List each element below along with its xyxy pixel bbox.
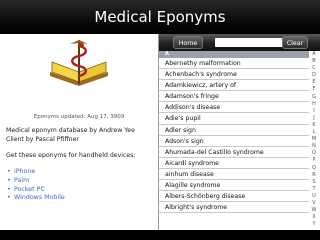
index-letter[interactable]: U bbox=[308, 193, 320, 200]
index-letter[interactable]: R bbox=[308, 172, 320, 179]
home-button[interactable]: Home bbox=[173, 36, 203, 49]
list-item[interactable]: Abernethy malformation bbox=[159, 58, 309, 70]
list-item[interactable]: ainhum disease bbox=[159, 169, 309, 181]
index-letter[interactable]: L bbox=[308, 129, 320, 136]
eponym-list: A Abernethy malformation Achenbach's syn… bbox=[159, 51, 309, 230]
link-windows-mobile[interactable]: Windows Mobile bbox=[7, 194, 65, 203]
index-letter[interactable]: D bbox=[308, 72, 320, 79]
alphabet-index[interactable]: A B C D E F G H I J K L M N O P Q R S T … bbox=[308, 51, 320, 230]
list-item[interactable]: Adamkiewicz, artery of bbox=[159, 80, 309, 92]
list-item[interactable]: Addison's disease bbox=[159, 102, 309, 114]
list-item[interactable]: Adson's sign bbox=[159, 136, 309, 147]
description-line-1: Medical eponym database by Andrew Yee bbox=[6, 127, 135, 134]
description-line-2: Client by Pascal Pfiffner bbox=[6, 136, 79, 143]
list-item[interactable]: Adie's pupil bbox=[159, 113, 309, 125]
index-letter[interactable]: P bbox=[308, 157, 320, 164]
list-item[interactable]: Albers-Schönberg disease bbox=[159, 191, 309, 203]
index-letter[interactable]: J bbox=[308, 115, 320, 122]
index-letter[interactable]: V bbox=[308, 200, 320, 207]
index-letter[interactable]: T bbox=[308, 186, 320, 193]
index-letter[interactable]: Q bbox=[308, 165, 320, 172]
app-title: Medical Eponyms bbox=[0, 0, 320, 34]
list-item[interactable]: Albright's syndrome bbox=[159, 202, 309, 214]
eponym-list-panel: Home Clear A Abernethy malformation Ache… bbox=[158, 34, 320, 230]
search-input[interactable] bbox=[215, 38, 285, 47]
list-item[interactable]: Alagille syndrome bbox=[159, 180, 309, 192]
description: Medical eponym database by Andrew Yee Cl… bbox=[6, 126, 156, 144]
caduceus-book-icon bbox=[50, 40, 108, 86]
index-letter[interactable]: A bbox=[308, 51, 320, 58]
index-letter[interactable]: I bbox=[308, 108, 320, 115]
link-iphone[interactable]: iPhone bbox=[7, 168, 65, 177]
link-pocket-pc[interactable]: Pocket PC bbox=[7, 186, 65, 195]
index-letter[interactable]: G bbox=[308, 94, 320, 101]
index-letter[interactable]: H bbox=[308, 101, 320, 108]
bottom-bar bbox=[0, 230, 320, 240]
index-letter[interactable]: Y bbox=[308, 221, 320, 228]
list-item[interactable]: Adler sign bbox=[159, 125, 309, 136]
index-letter[interactable]: F bbox=[308, 86, 320, 93]
list-item[interactable]: Aicardi syndrome bbox=[159, 158, 309, 169]
index-letter[interactable]: S bbox=[308, 179, 320, 186]
update-date: Eponyms updated: Aug 17, 3909 bbox=[33, 114, 125, 120]
link-palm[interactable]: Palm bbox=[7, 177, 65, 186]
clear-button[interactable]: Clear bbox=[282, 36, 308, 49]
platform-links: iPhone Palm Pocket PC Windows Mobile bbox=[7, 168, 65, 203]
index-letter[interactable]: C bbox=[308, 65, 320, 72]
list-item[interactable]: Adamson's fringe bbox=[159, 91, 309, 103]
list-item[interactable]: Ahumada-del Castillo syndrome bbox=[159, 147, 309, 158]
index-letter[interactable]: X bbox=[308, 214, 320, 221]
download-heading: Get these eponyms for handheld devices: bbox=[6, 152, 136, 159]
section-header: A bbox=[159, 51, 309, 58]
index-letter[interactable]: M bbox=[308, 136, 320, 143]
index-letter[interactable]: E bbox=[308, 79, 320, 86]
index-letter[interactable]: O bbox=[308, 150, 320, 157]
toolbar: Home Clear bbox=[159, 34, 320, 51]
index-letter[interactable]: K bbox=[308, 122, 320, 129]
index-letter[interactable]: B bbox=[308, 58, 320, 65]
list-item[interactable]: Achenbach's syndrome bbox=[159, 69, 309, 81]
info-panel: Eponyms updated: Aug 17, 3909 Medical ep… bbox=[0, 34, 158, 230]
index-letter[interactable]: N bbox=[308, 143, 320, 150]
index-letter[interactable]: W bbox=[308, 207, 320, 214]
